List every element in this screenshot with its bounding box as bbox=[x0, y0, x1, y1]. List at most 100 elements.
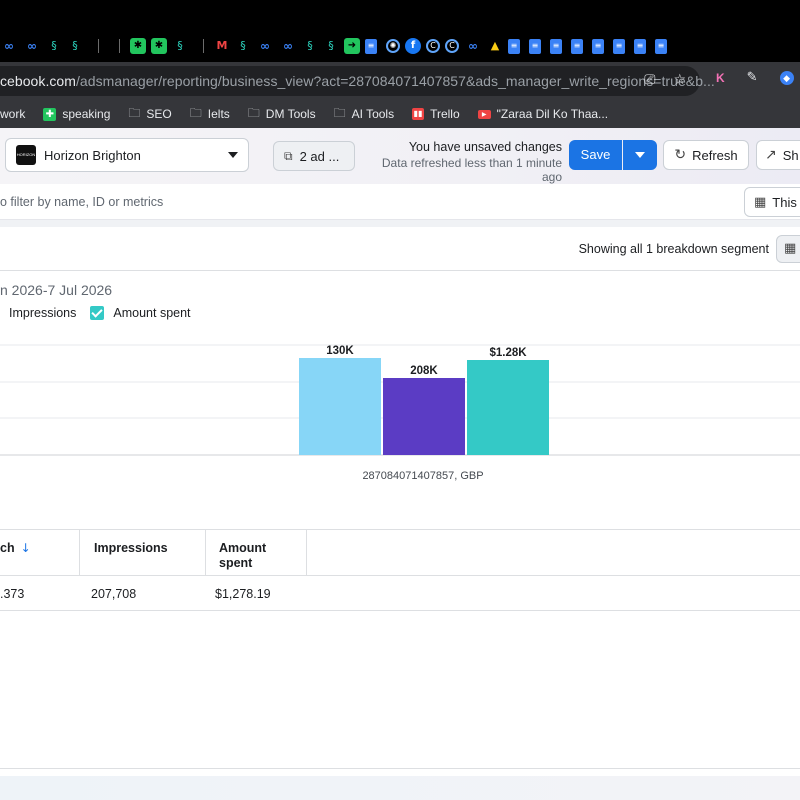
youtube-icon: ▶ bbox=[477, 109, 491, 119]
url-text[interactable]: cebook.com/adsmanager/reporting/business… bbox=[0, 73, 715, 89]
cast-icon[interactable]: ⎚ bbox=[644, 72, 655, 88]
x-axis-category-label: 287084071407857, GBP bbox=[362, 470, 484, 482]
bookmark-label: AI Tools bbox=[351, 107, 395, 121]
table-icon: ▦ bbox=[784, 241, 797, 256]
filter-input[interactable]: o filter by name, ID or metrics bbox=[0, 195, 163, 209]
bar-0[interactable] bbox=[299, 358, 381, 455]
ad-selection-button[interactable]: ⧉ 2 ad ... bbox=[273, 141, 355, 171]
bookmark-youtube-song[interactable]: ▶ "Zaraa Dil Ko Thaa... bbox=[477, 107, 608, 121]
footer-band bbox=[0, 776, 800, 800]
doc-icon[interactable]: ≡ bbox=[634, 38, 646, 54]
table-row[interactable]: .373 207,708 $1,278.19 bbox=[0, 576, 800, 611]
stripe-icon[interactable]: § bbox=[67, 38, 83, 54]
legend-label: Impressions bbox=[9, 306, 77, 320]
bookmark-ielts[interactable]: 🗀 Ielts bbox=[190, 104, 230, 125]
bar-2[interactable] bbox=[467, 360, 549, 455]
bookmark-label: Ielts bbox=[207, 107, 230, 121]
sheet-icon[interactable]: ✱ bbox=[151, 38, 167, 54]
openai-icon[interactable]: ✺ bbox=[386, 39, 400, 53]
column-header-amount-spent[interactable]: Amount spent bbox=[206, 530, 307, 576]
trello-icon: ▮▮ bbox=[412, 108, 425, 120]
cell-amount-spent: $1,278.19 bbox=[215, 587, 271, 601]
share-icon: ↗ bbox=[765, 147, 777, 163]
legend-amount-spent[interactable]: Amount spent bbox=[90, 306, 191, 320]
arrow-app-icon[interactable]: ➜ bbox=[344, 38, 360, 54]
browser-tab-strip: ∞ ∞ § § ✱ ✱ § M § ∞ ∞ § § ➜ ≡ ✺ f C C ∞ … bbox=[0, 0, 800, 62]
url-path: /adsmanager/reporting/business_view?act=… bbox=[75, 73, 715, 89]
doc-icon[interactable]: ≡ bbox=[613, 38, 625, 54]
bookmark-trello[interactable]: ▮▮ Trello bbox=[412, 107, 460, 121]
green-plus-icon: ✚ bbox=[43, 107, 57, 121]
save-button[interactable]: Save bbox=[569, 140, 622, 170]
breakdown-bar: Showing all 1 breakdown segment ▦ bbox=[0, 227, 800, 271]
profile-k-icon[interactable]: K bbox=[716, 71, 725, 85]
filter-bar: o filter by name, ID or metrics ▦ This bbox=[0, 184, 800, 220]
view-selector-button[interactable]: ▦ This bbox=[744, 187, 800, 217]
folder-icon: 🗀 bbox=[189, 105, 202, 120]
view-selector-label: This bbox=[772, 194, 797, 210]
sort-down-arrow-icon[interactable]: ↓ bbox=[21, 541, 31, 555]
bookmark-work[interactable]: work bbox=[0, 107, 25, 121]
legend-impressions[interactable]: Impressions bbox=[9, 306, 76, 320]
bar-chart: 130K 208K $1.28K bbox=[0, 344, 800, 456]
sheet-icon[interactable]: ✱ bbox=[130, 38, 146, 54]
bar-data-label: $1.28K bbox=[489, 347, 527, 359]
meta-icon[interactable]: ∞ bbox=[279, 38, 297, 54]
account-selector[interactable]: HORIZON Horizon Brighton bbox=[5, 138, 249, 172]
bookmark-label: SEO bbox=[146, 107, 172, 121]
legend-label: Amount spent bbox=[113, 306, 191, 320]
bookmark-ai-tools[interactable]: 🗀 AI Tools bbox=[334, 104, 394, 125]
meta-icon[interactable]: ∞ bbox=[256, 38, 274, 54]
meta-icon[interactable]: ∞ bbox=[23, 38, 41, 54]
doc-icon[interactable]: ≡ bbox=[571, 38, 583, 54]
stripe-icon[interactable]: § bbox=[323, 38, 339, 54]
tab-separator bbox=[119, 39, 120, 53]
stripe-icon[interactable]: § bbox=[46, 38, 62, 54]
address-bar: cebook.com/adsmanager/reporting/business… bbox=[0, 62, 800, 100]
ads-stack-icon: ⧉ bbox=[284, 148, 293, 163]
stripe-icon[interactable]: § bbox=[172, 38, 188, 54]
bar-data-label: 130K bbox=[326, 345, 354, 357]
google-drive-icon[interactable]: ▲ bbox=[487, 38, 503, 54]
checkbox-checked-icon[interactable] bbox=[90, 306, 105, 320]
tab-separator bbox=[98, 39, 99, 53]
bookmark-seo[interactable]: 🗀 SEO bbox=[128, 104, 171, 125]
cell-impressions: 207,708 bbox=[91, 587, 137, 601]
ad-selection-label: 2 ad ... bbox=[299, 148, 340, 164]
bar-data-label: 208K bbox=[410, 365, 438, 377]
bar-1[interactable] bbox=[383, 378, 465, 455]
stripe-icon[interactable]: § bbox=[235, 38, 251, 54]
eyedropper-icon[interactable]: ✎ bbox=[747, 70, 758, 85]
gmail-icon[interactable]: M bbox=[214, 38, 230, 54]
omnibox[interactable]: cebook.com/adsmanager/reporting/business… bbox=[0, 66, 715, 96]
share-button[interactable]: ↗ Sh bbox=[756, 140, 800, 170]
extension-icon[interactable]: ◆ bbox=[779, 70, 794, 85]
extension-icons: K ✎ ◆ bbox=[716, 70, 794, 85]
stripe-icon[interactable]: § bbox=[302, 38, 318, 54]
doc-icon[interactable]: ≡ bbox=[529, 38, 541, 54]
bookmark-dm-tools[interactable]: 🗀 DM Tools bbox=[248, 104, 316, 125]
facebook-icon[interactable]: f bbox=[405, 38, 421, 54]
account-logo-icon: HORIZON bbox=[16, 145, 36, 165]
doc-icon[interactable]: ≡ bbox=[592, 38, 604, 54]
doc-icon[interactable]: ≡ bbox=[550, 38, 562, 54]
canva-icon[interactable]: C bbox=[426, 39, 440, 53]
table-view-button[interactable]: ▦ bbox=[776, 235, 800, 263]
doc-icon[interactable]: ≡ bbox=[365, 38, 377, 54]
canva-icon[interactable]: C bbox=[445, 39, 459, 53]
tab-favicons: ∞ ∞ § § ✱ ✱ § M § ∞ ∞ § § ➜ ≡ ✺ f C C ∞ … bbox=[0, 38, 676, 54]
column-header-reach[interactable]: ch ↓ bbox=[0, 530, 80, 576]
doc-icon[interactable]: ≡ bbox=[655, 38, 667, 54]
column-header-impressions[interactable]: Impressions bbox=[80, 530, 206, 576]
save-options-button[interactable] bbox=[623, 140, 657, 170]
bookmark-speaking[interactable]: ✚ speaking bbox=[43, 107, 110, 121]
share-label: Sh bbox=[782, 147, 799, 163]
bookmark-label: DM Tools bbox=[265, 107, 316, 121]
table-icon: ▦ bbox=[754, 194, 767, 210]
bookmark-star-icon[interactable]: ☆ bbox=[673, 72, 686, 88]
meta-icon[interactable]: ∞ bbox=[0, 38, 18, 54]
doc-icon[interactable]: ≡ bbox=[508, 38, 520, 54]
meta-icon[interactable]: ∞ bbox=[464, 38, 482, 54]
chevron-down-icon bbox=[635, 152, 645, 158]
refresh-button[interactable]: ↻ Refresh bbox=[663, 140, 749, 170]
